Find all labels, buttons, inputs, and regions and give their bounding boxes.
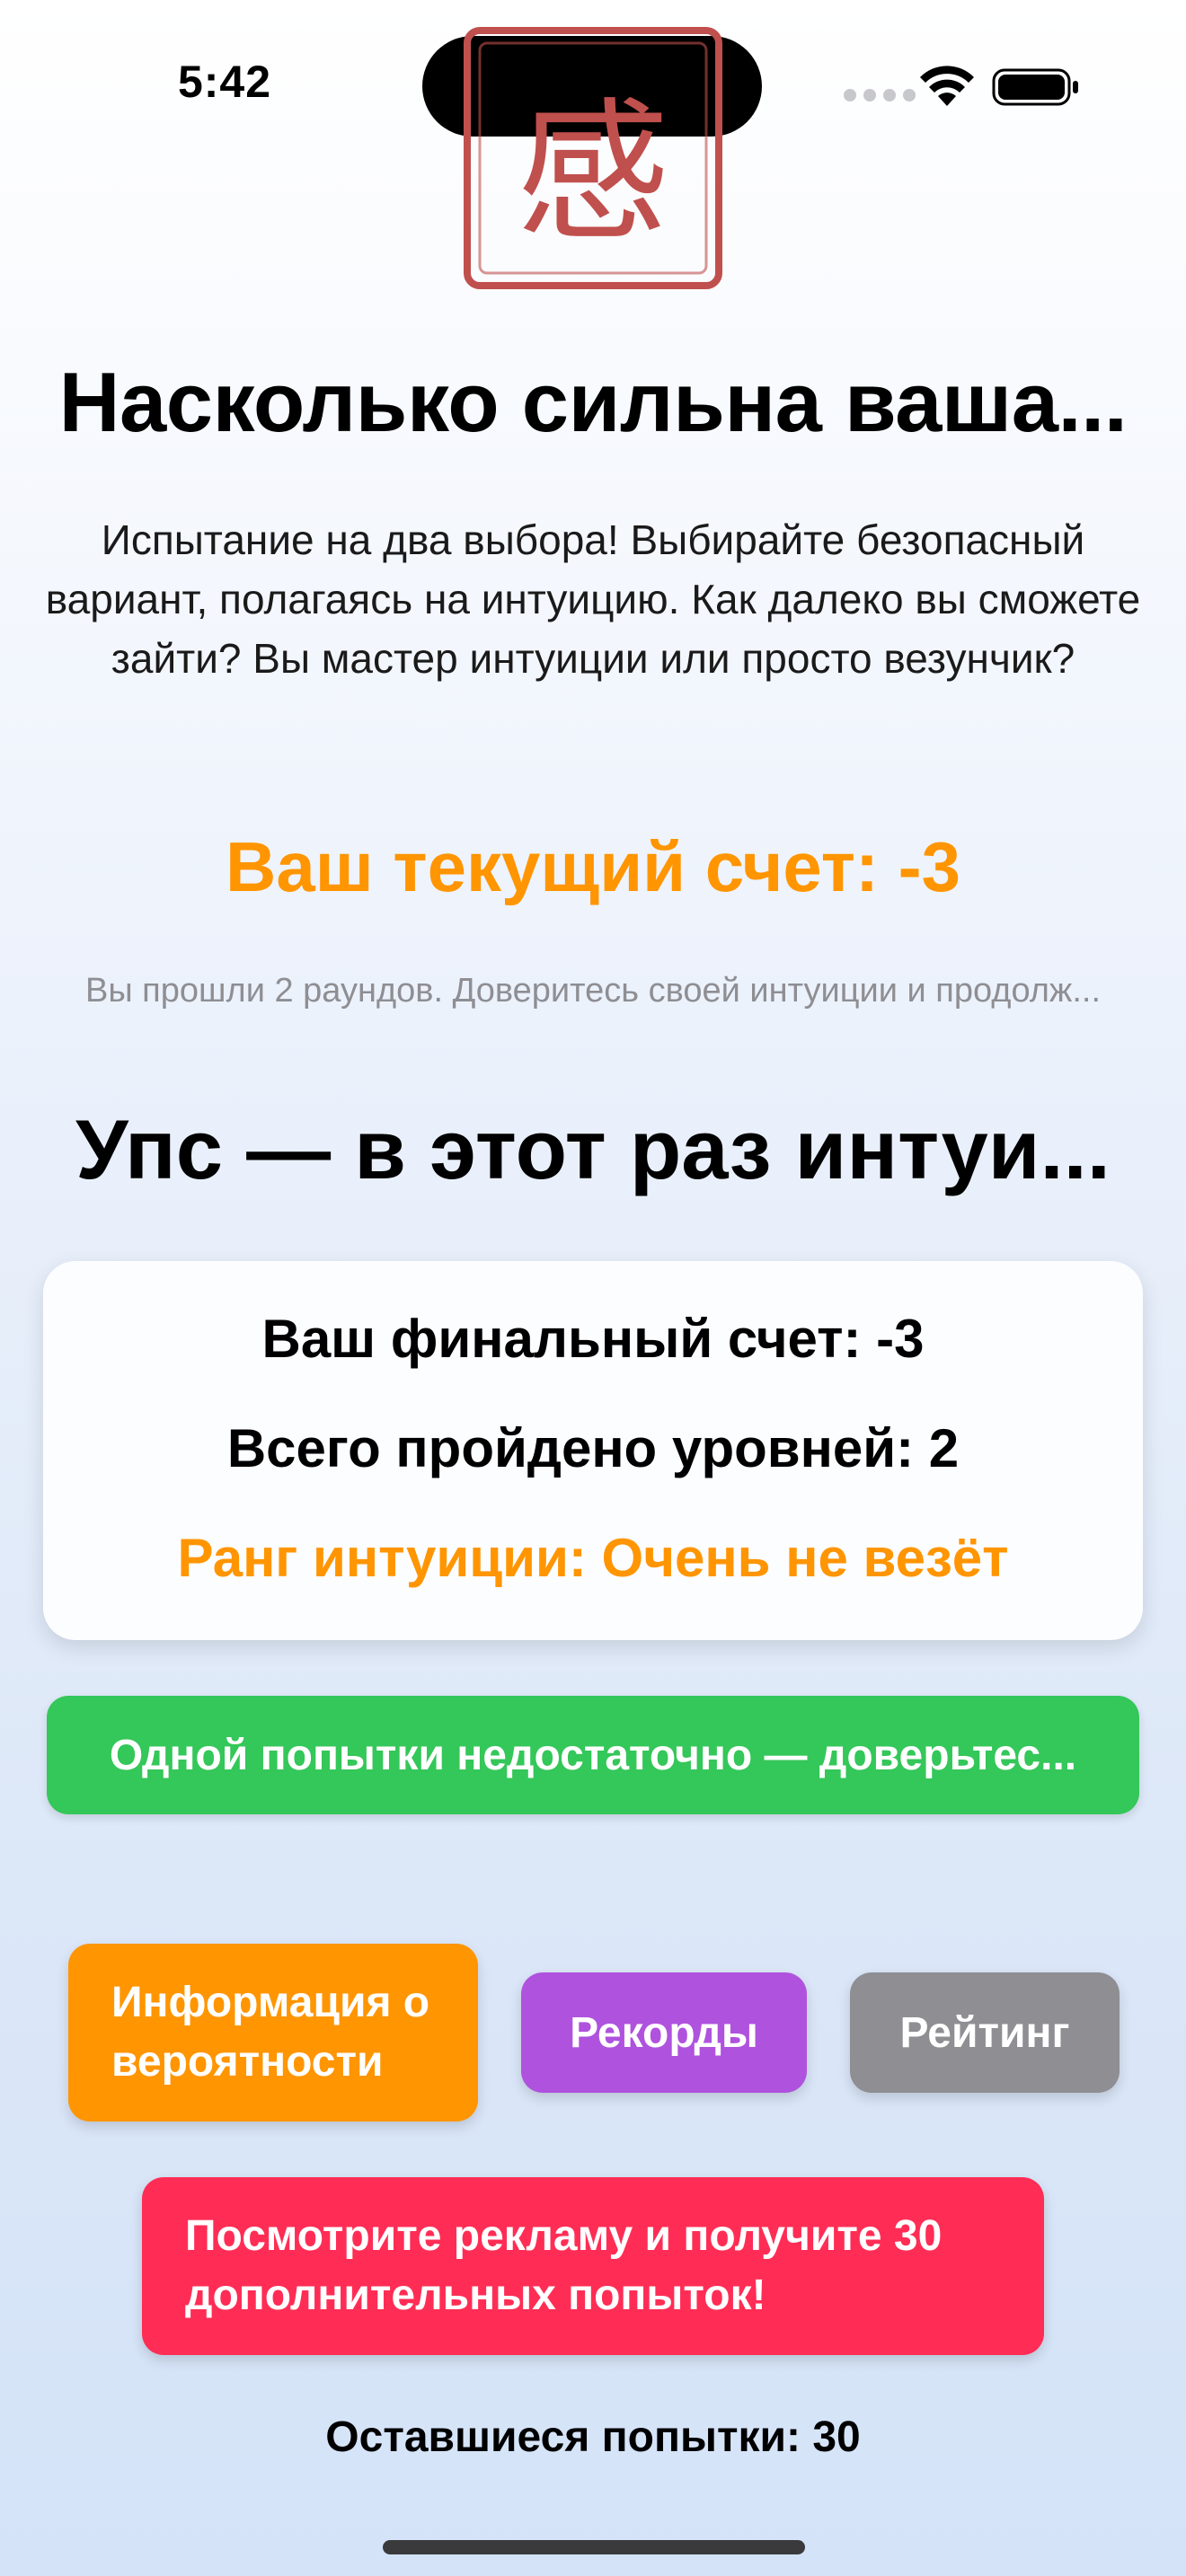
status-time: 5:42 (177, 57, 272, 107)
probability-info-button[interactable]: Информация о вероятности (68, 1944, 478, 2122)
page-title: Насколько сильна ваша... (58, 355, 1128, 449)
records-label: Рекорды (570, 2008, 758, 2057)
battery-icon (992, 68, 1078, 106)
seal-logo-icon: 感 (464, 27, 722, 289)
wifi-icon (920, 66, 974, 106)
rating-label: Рейтинг (899, 2008, 1070, 2057)
probability-info-label: Информация о вероятности (111, 1979, 430, 2086)
records-button[interactable]: Рекорды (521, 1972, 807, 2093)
watch-ad-button[interactable]: Посмотрите рекламу и получите 30 дополни… (142, 2177, 1044, 2355)
rating-button[interactable]: Рейтинг (850, 1972, 1120, 2093)
game-description: Испытание на два выбора! Выбирайте безоп… (45, 516, 1141, 682)
attempts-left: Оставшиеся попытки: 30 (325, 2413, 861, 2461)
result-title: Упс — в этот раз интуи... (75, 1102, 1111, 1196)
progress-text: Вы прошли 2 раундов. Доверитесь своей ин… (84, 972, 1102, 1010)
current-score: Ваш текущий счет: -3 (226, 827, 960, 906)
levels-passed: Всего пройдено уровней: 2 (226, 1418, 960, 1478)
retry-button-label: Одной попытки недостаточно — доверьтес..… (109, 1731, 1077, 1779)
home-indicator[interactable] (383, 2540, 805, 2554)
final-score: Ваш финальный счет: -3 (261, 1309, 925, 1369)
result-card: Ваш финальный счет: -3 Всего пройдено ур… (43, 1261, 1143, 1640)
watch-ad-label: Посмотрите рекламу и получите 30 дополни… (185, 2212, 943, 2319)
svg-text:感: 感 (517, 84, 669, 262)
intuition-rank: Ранг интуиции: Очень не везёт (177, 1528, 1009, 1588)
retry-button[interactable]: Одной попытки недостаточно — доверьтес..… (47, 1696, 1139, 1814)
